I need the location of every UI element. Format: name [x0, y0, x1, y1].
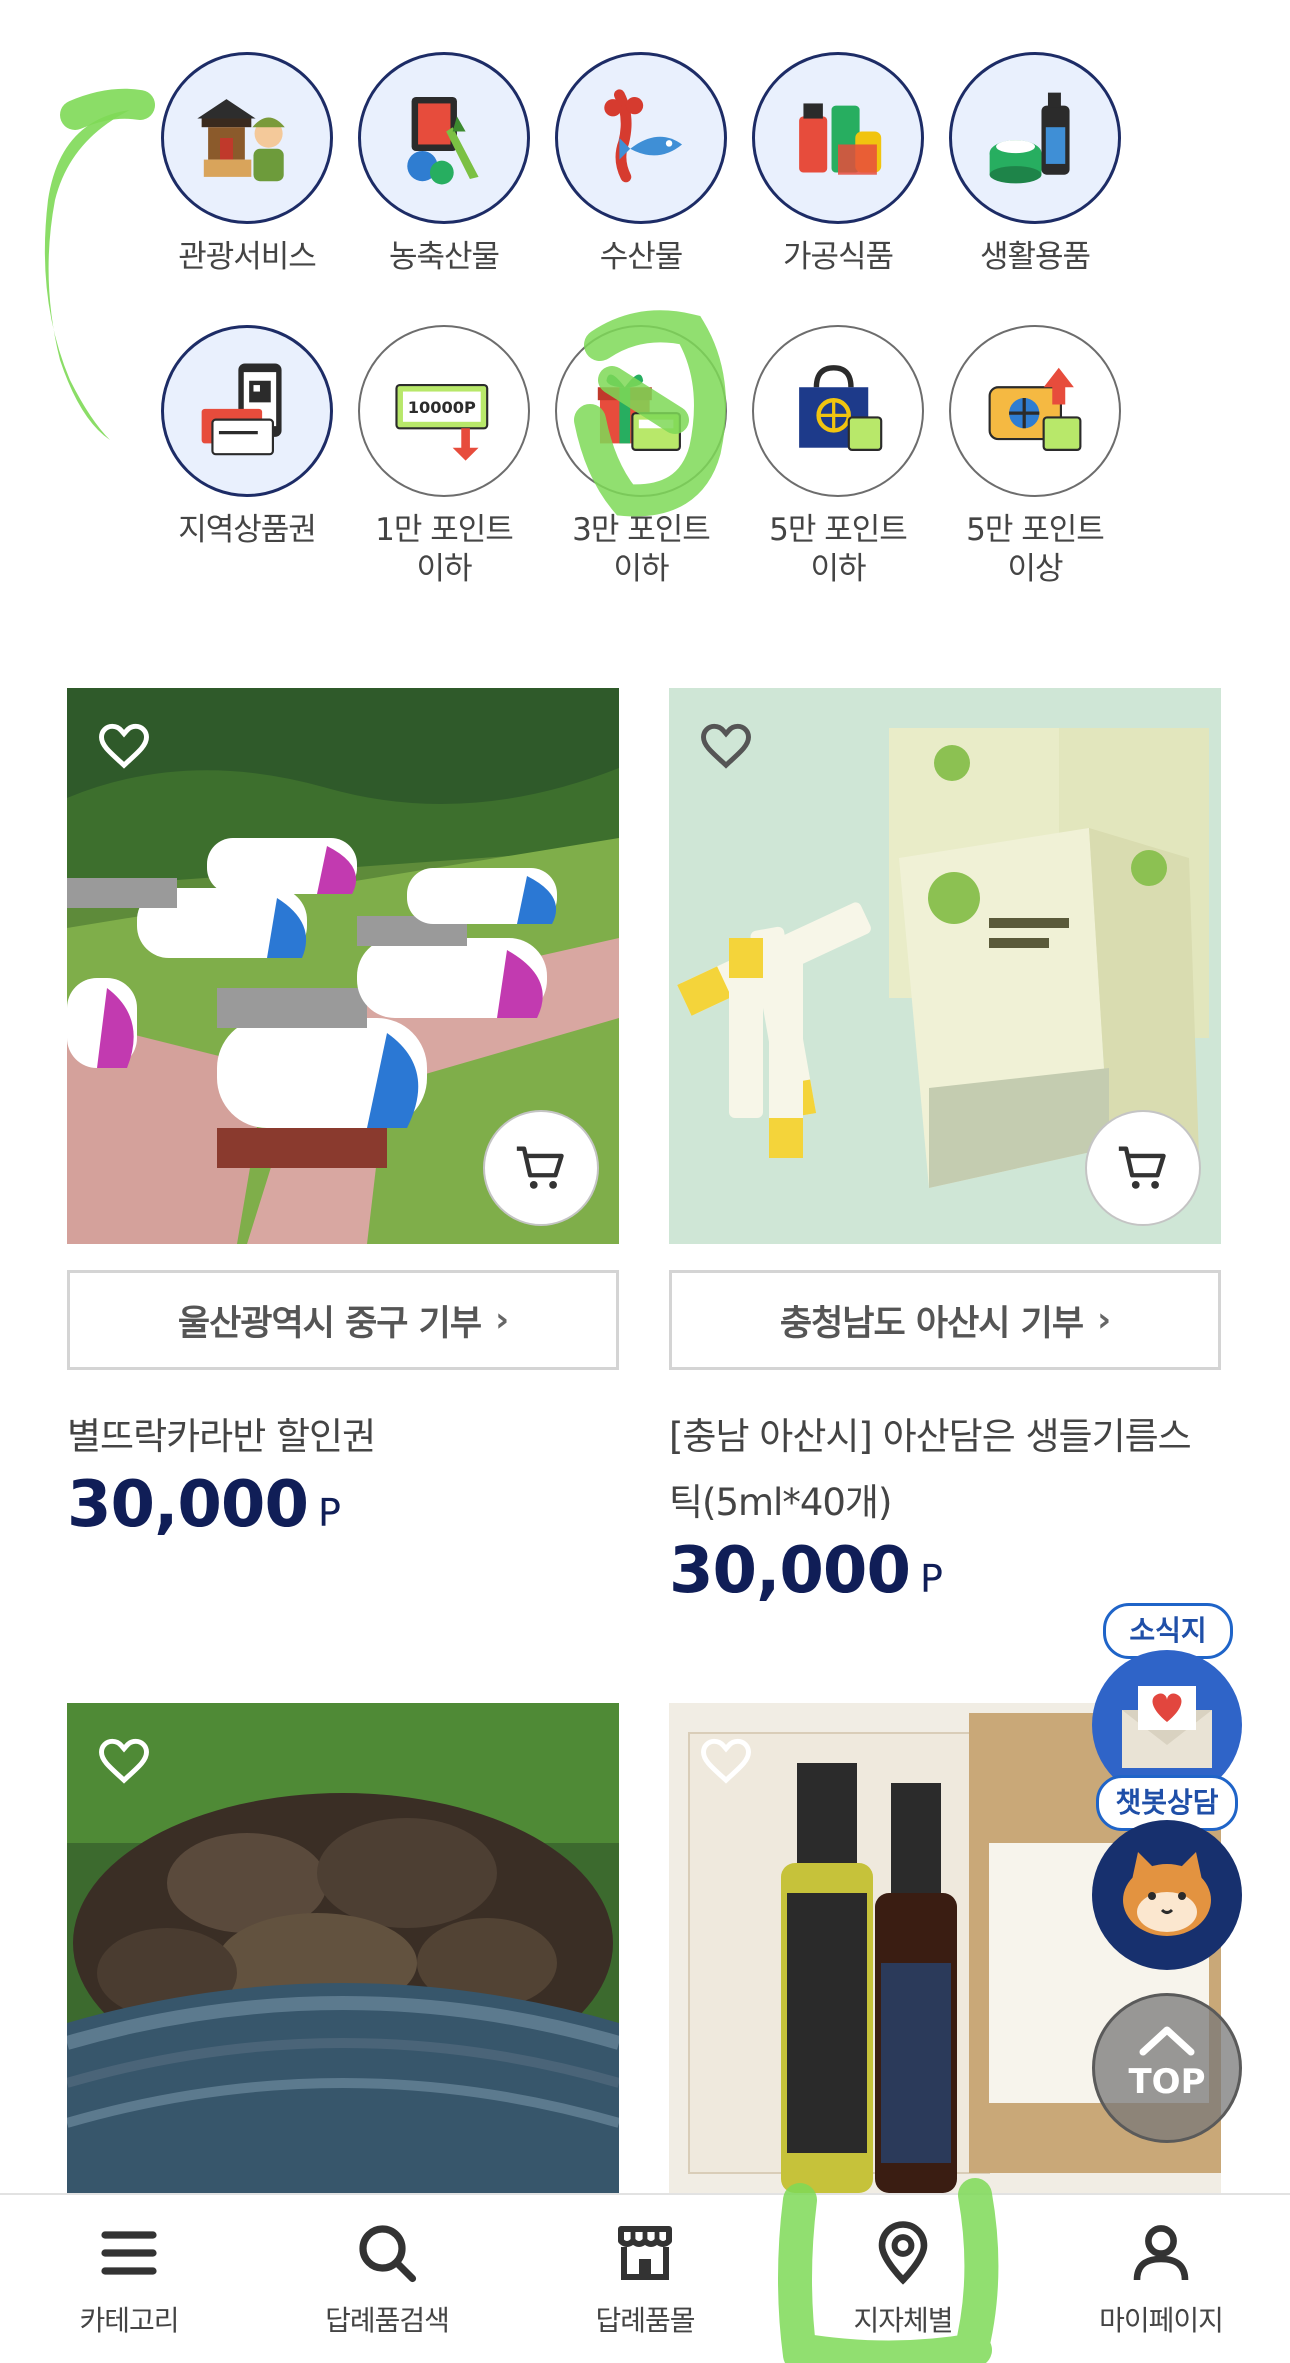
product-image-perilla-oil-stick[interactable] — [669, 688, 1221, 1244]
region-label: 울산광역시 중구 기부 — [177, 1303, 482, 1344]
location-pin-icon — [878, 2221, 928, 2285]
shopping-bag-icon — [752, 325, 924, 497]
heart-icon[interactable] — [97, 1733, 151, 1787]
product-card[interactable]: 충청남도 아산시 기부 › [충남 아산시] 아산담은 생들기름스틱(5ml*4… — [669, 688, 1221, 1608]
household-icon — [949, 52, 1121, 224]
category-points-10000[interactable]: 10000P 1만 포인트 이하 — [344, 325, 544, 589]
search-icon — [359, 2225, 417, 2283]
nav-search[interactable]: 답례품검색 — [258, 2195, 516, 2363]
category-label: 농축산물 — [388, 239, 500, 275]
add-to-cart-button[interactable] — [1085, 1110, 1201, 1226]
product-price: 30,000 P — [669, 1534, 943, 1608]
price-unit: P — [317, 1491, 341, 1535]
category-label: 수산물 — [599, 239, 684, 275]
nav-label: 답례품검색 — [325, 2304, 450, 2337]
user-icon — [1133, 2225, 1189, 2281]
region-label: 충청남도 아산시 기부 — [779, 1303, 1084, 1344]
product-image-wood-ear-mushroom[interactable] — [67, 1703, 619, 2193]
product-card[interactable] — [67, 1703, 619, 2193]
heart-icon[interactable] — [699, 1733, 753, 1787]
processed-food-icon — [752, 52, 924, 224]
nav-label: 답례품몰 — [595, 2304, 695, 2337]
category-points-30000[interactable]: 3만 포인트 이하 — [541, 325, 741, 589]
category-seafood[interactable]: 수산물 — [541, 52, 741, 277]
category-label: 지역상품권 — [178, 512, 317, 548]
nav-label: 지자체별 — [853, 2304, 953, 2337]
category-processed-food[interactable]: 가공식품 — [738, 52, 938, 277]
add-to-cart-button[interactable] — [483, 1110, 599, 1226]
product-name[interactable]: [충남 아산시] 아산담은 생들기름스틱(5ml*40개) — [669, 1404, 1221, 1536]
category-gift-certificate[interactable]: 지역상품권 — [147, 325, 347, 550]
price-value: 30,000 — [669, 1534, 911, 1608]
region-link-button[interactable]: 울산광역시 중구 기부 › — [67, 1270, 619, 1370]
gift-certificate-icon — [161, 325, 333, 497]
nav-store[interactable]: 답례품몰 — [516, 2195, 774, 2363]
category-label: 관광서비스 — [178, 239, 317, 275]
nav-label: 카테고리 — [79, 2304, 179, 2337]
price-value: 30,000 — [67, 1468, 309, 1542]
heart-icon[interactable] — [97, 718, 151, 772]
nav-label: 마이페이지 — [1099, 2304, 1224, 2337]
heart-icon[interactable] — [699, 718, 753, 772]
category-household[interactable]: 생활용품 — [935, 52, 1135, 277]
bottom-navigation: 카테고리 답례품검색 답례품몰 지자체별 마이페이지 — [0, 2193, 1290, 2363]
category-points-50000-under[interactable]: 5만 포인트 이하 — [738, 325, 938, 589]
category-points-50000-over[interactable]: 5만 포인트 이상 — [935, 325, 1135, 589]
seafood-icon — [555, 52, 727, 224]
agriculture-icon — [358, 52, 530, 224]
chevron-right-icon: › — [495, 1300, 509, 1340]
product-card[interactable]: 울산광역시 중구 기부 › 별뜨락카라반 할인권 30,000 P — [67, 688, 619, 1542]
category-label: 생활용품 — [979, 239, 1091, 275]
category-agriculture[interactable]: 농축산물 — [344, 52, 544, 277]
store-icon — [618, 2226, 672, 2280]
category-label: 3만 포인트 이하 — [572, 512, 711, 587]
category-label: 가공식품 — [782, 239, 894, 275]
menu-icon — [101, 2231, 157, 2275]
region-link-button[interactable]: 충청남도 아산시 기부 › — [669, 1270, 1221, 1370]
category-label: 1만 포인트 이하 — [375, 512, 514, 587]
top-label: TOP — [1128, 2062, 1206, 2102]
points-10000-icon: 10000P — [358, 325, 530, 497]
category-label: 5만 포인트 이하 — [769, 512, 908, 587]
nav-mypage[interactable]: 마이페이지 — [1032, 2195, 1290, 2363]
tourism-icon — [161, 52, 333, 224]
price-unit: P — [919, 1557, 943, 1601]
cart-icon — [1118, 1146, 1166, 1189]
cart-icon — [516, 1146, 564, 1189]
product-price: 30,000 P — [67, 1468, 341, 1542]
cat-mascot-icon — [1123, 1852, 1211, 1936]
category-tourism[interactable]: 관광서비스 — [147, 52, 347, 277]
chatbot-button[interactable] — [1092, 1820, 1242, 1970]
chevron-right-icon: › — [1097, 1300, 1111, 1340]
scroll-top-button[interactable]: TOP — [1092, 1993, 1242, 2143]
points-badge: 10000P — [408, 398, 476, 417]
category-label: 5만 포인트 이상 — [966, 512, 1105, 587]
product-image-caravan[interactable] — [67, 688, 619, 1244]
product-name[interactable]: 별뜨락카라반 할인권 — [67, 1404, 619, 1470]
premium-gift-icon — [949, 325, 1121, 497]
chevron-up-icon — [1139, 2026, 1195, 2056]
gift-box-icon — [555, 325, 727, 497]
nav-category[interactable]: 카테고리 — [0, 2195, 258, 2363]
nav-region[interactable]: 지자체별 — [774, 2195, 1032, 2363]
